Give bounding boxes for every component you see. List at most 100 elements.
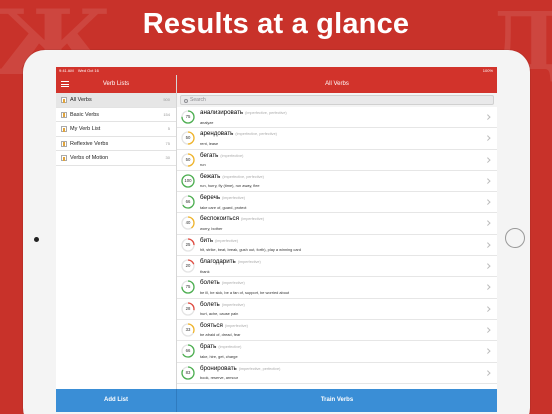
verb-translation: worry, bother [200,225,223,231]
verb-row[interactable]: 20 благодарить (imperfective) thank [177,256,497,278]
verb-word: благодарить (imperfective) [200,258,261,265]
score-ring: 50 [181,152,195,167]
verb-translation: run [200,162,206,168]
score-value: 28 [185,305,191,311]
verb-word: бить (imperfective) [200,237,238,244]
sidebar-item-count: 154 [163,111,170,117]
verb-row[interactable]: 66 беречь (imperfective) take care of, guar… [177,192,497,214]
verb-row[interactable]: 40 беспокоиться (imperfective) worry, bothe… [177,213,497,235]
sidebar-nav: Verb Lists [56,75,176,93]
chevron-right-icon [484,263,490,269]
score-ring: 75 [181,280,195,295]
score-ring: 20 [181,259,195,273]
sidebar-item-basic-verbs[interactable]: Basic Verbs 154 [56,108,176,122]
score-value: 33 [185,326,191,332]
verb-word: брать (imperfective) [200,343,241,350]
verb-row[interactable]: 75 болеть (imperfective) be ill, be sick, b… [177,277,497,299]
chevron-right-icon [484,327,490,333]
sidebar-item-my-verb-list[interactable]: My Verb List 5 [56,122,176,137]
verb-row[interactable]: 25 бить (imperfective) hit, strike, beat, b… [177,235,497,257]
sidebar-item-reflexive-verbs[interactable]: Reflexive Verbs 75 [56,137,176,151]
verb-translation: thank [200,268,210,274]
score-value: 40 [185,220,191,226]
sidebar-item-label: My Verb List [70,126,101,132]
home-button[interactable] [505,228,525,248]
score-ring: 40 [181,216,195,231]
chevron-right-icon [484,178,490,184]
verb-row[interactable]: 50 арендовать (imperfective, perfective) re… [177,128,497,150]
verb-translation: be ill, be sick, be a fan of, support, b… [200,289,290,295]
verb-row[interactable]: 75 анализировать (imperfective, perfective… [177,107,497,129]
score-value: 50 [185,135,191,141]
sidebar-item-count: 5 [167,126,170,131]
verb-infinitive: благодарить [200,258,236,266]
verb-translation: rent, lease [200,140,219,146]
main-nav: All Verbs [177,75,497,93]
verb-translation: be afraid of, dread, fear [200,332,241,338]
verb-translation: take care of, guard, protect [200,204,247,210]
verb-word: бояться (imperfective) [200,322,248,329]
score-value: 100 [184,177,192,183]
score-value: 83 [185,369,191,375]
verb-translation: hurt, ache, cause pain [200,311,239,317]
chevron-right-icon [484,199,490,205]
sidebar-item-count: 75 [165,140,170,146]
verb-translation: book, reserve, armour [200,375,239,381]
verb-row[interactable]: 28 болеть (imperfective) hurt, ache, cause … [177,299,497,320]
score-value: 25 [185,241,191,247]
verb-infinitive: бить [200,236,214,244]
verb-aspect: (imperfective) [224,323,248,328]
chevron-right-icon [484,135,490,141]
sidebar-item-count: 30 [165,155,170,160]
verb-word: беречь (imperfective) [200,194,245,201]
verb-row[interactable]: 33 бояться (imperfective) be afraid of, dre… [177,320,497,342]
sidebar: Verb Lists All Verbs 500 Basic Verbs 154… [56,75,177,412]
status-date: Wed Oct 16 [77,68,99,73]
add-list-button[interactable]: Add List [56,389,177,412]
score-value: 20 [185,263,191,269]
sidebar-item-label: Verbs of Motion [70,155,109,161]
chevron-right-icon [484,220,490,226]
verb-aspect: (imperfective) [218,345,242,350]
verb-aspect: (imperfective) [221,302,245,307]
verb-word: анализировать (imperfective, perfective) [200,109,287,116]
verb-row[interactable]: 50 бегать (imperfective) run [177,150,497,171]
train-verbs-button[interactable]: Train Verbs [177,389,497,412]
verb-row[interactable]: 66 брать (imperfective) take, hire, get, ch… [177,341,497,363]
verb-infinitive: анализировать [200,109,244,116]
verb-row[interactable]: 100 бежать (imperfective, perfective) run, … [177,171,497,193]
verb-list: 75 анализировать (imperfective, perfective… [177,107,497,389]
verb-word: беспокоиться (imperfective) [200,215,264,222]
sidebar-item-all-verbs[interactable]: All Verbs 500 [56,93,176,108]
score-ring: 28 [181,302,195,316]
sidebar-item-verbs-of-motion[interactable]: Verbs of Motion 30 [56,151,176,166]
verb-row[interactable]: 83 бронировать (imperfective, perfective) b… [177,363,497,384]
verb-aspect: (imperfective, perfective) [235,132,277,137]
search-icon [184,98,188,103]
menu-icon[interactable] [61,81,69,87]
sidebar-title: Verb Lists [102,81,130,87]
verb-infinitive: бояться [200,321,223,329]
score-value: 66 [185,348,191,354]
score-ring: 100 [181,174,195,188]
sidebar-item-label: Basic Verbs [70,111,100,118]
list-icon [61,140,67,147]
score-value: 75 [185,284,191,290]
chevron-right-icon [484,305,490,311]
score-value: 50 [185,156,191,162]
status-bar: 9:41 AM Wed Oct 16 100% [56,67,497,75]
sidebar-item-label: All Verbs [70,97,92,103]
sidebar-item-label: Reflexive Verbs [70,140,109,147]
search-input[interactable]: Search [180,95,494,105]
camera-dot [34,237,39,242]
status-time: 9:41 AM [59,68,74,73]
chevron-right-icon [484,114,490,120]
list-icon [61,126,67,132]
main-title: All Verbs [325,81,349,87]
verb-aspect: (imperfective, perfective) [238,366,281,371]
verb-word: бежать (imperfective, perfective) [200,173,264,180]
list-icon [61,155,67,161]
score-ring: 25 [181,238,195,252]
app-screen: 9:41 AM Wed Oct 16 100% Verb Lists All V… [56,67,497,412]
verb-infinitive: болеть [200,300,220,308]
